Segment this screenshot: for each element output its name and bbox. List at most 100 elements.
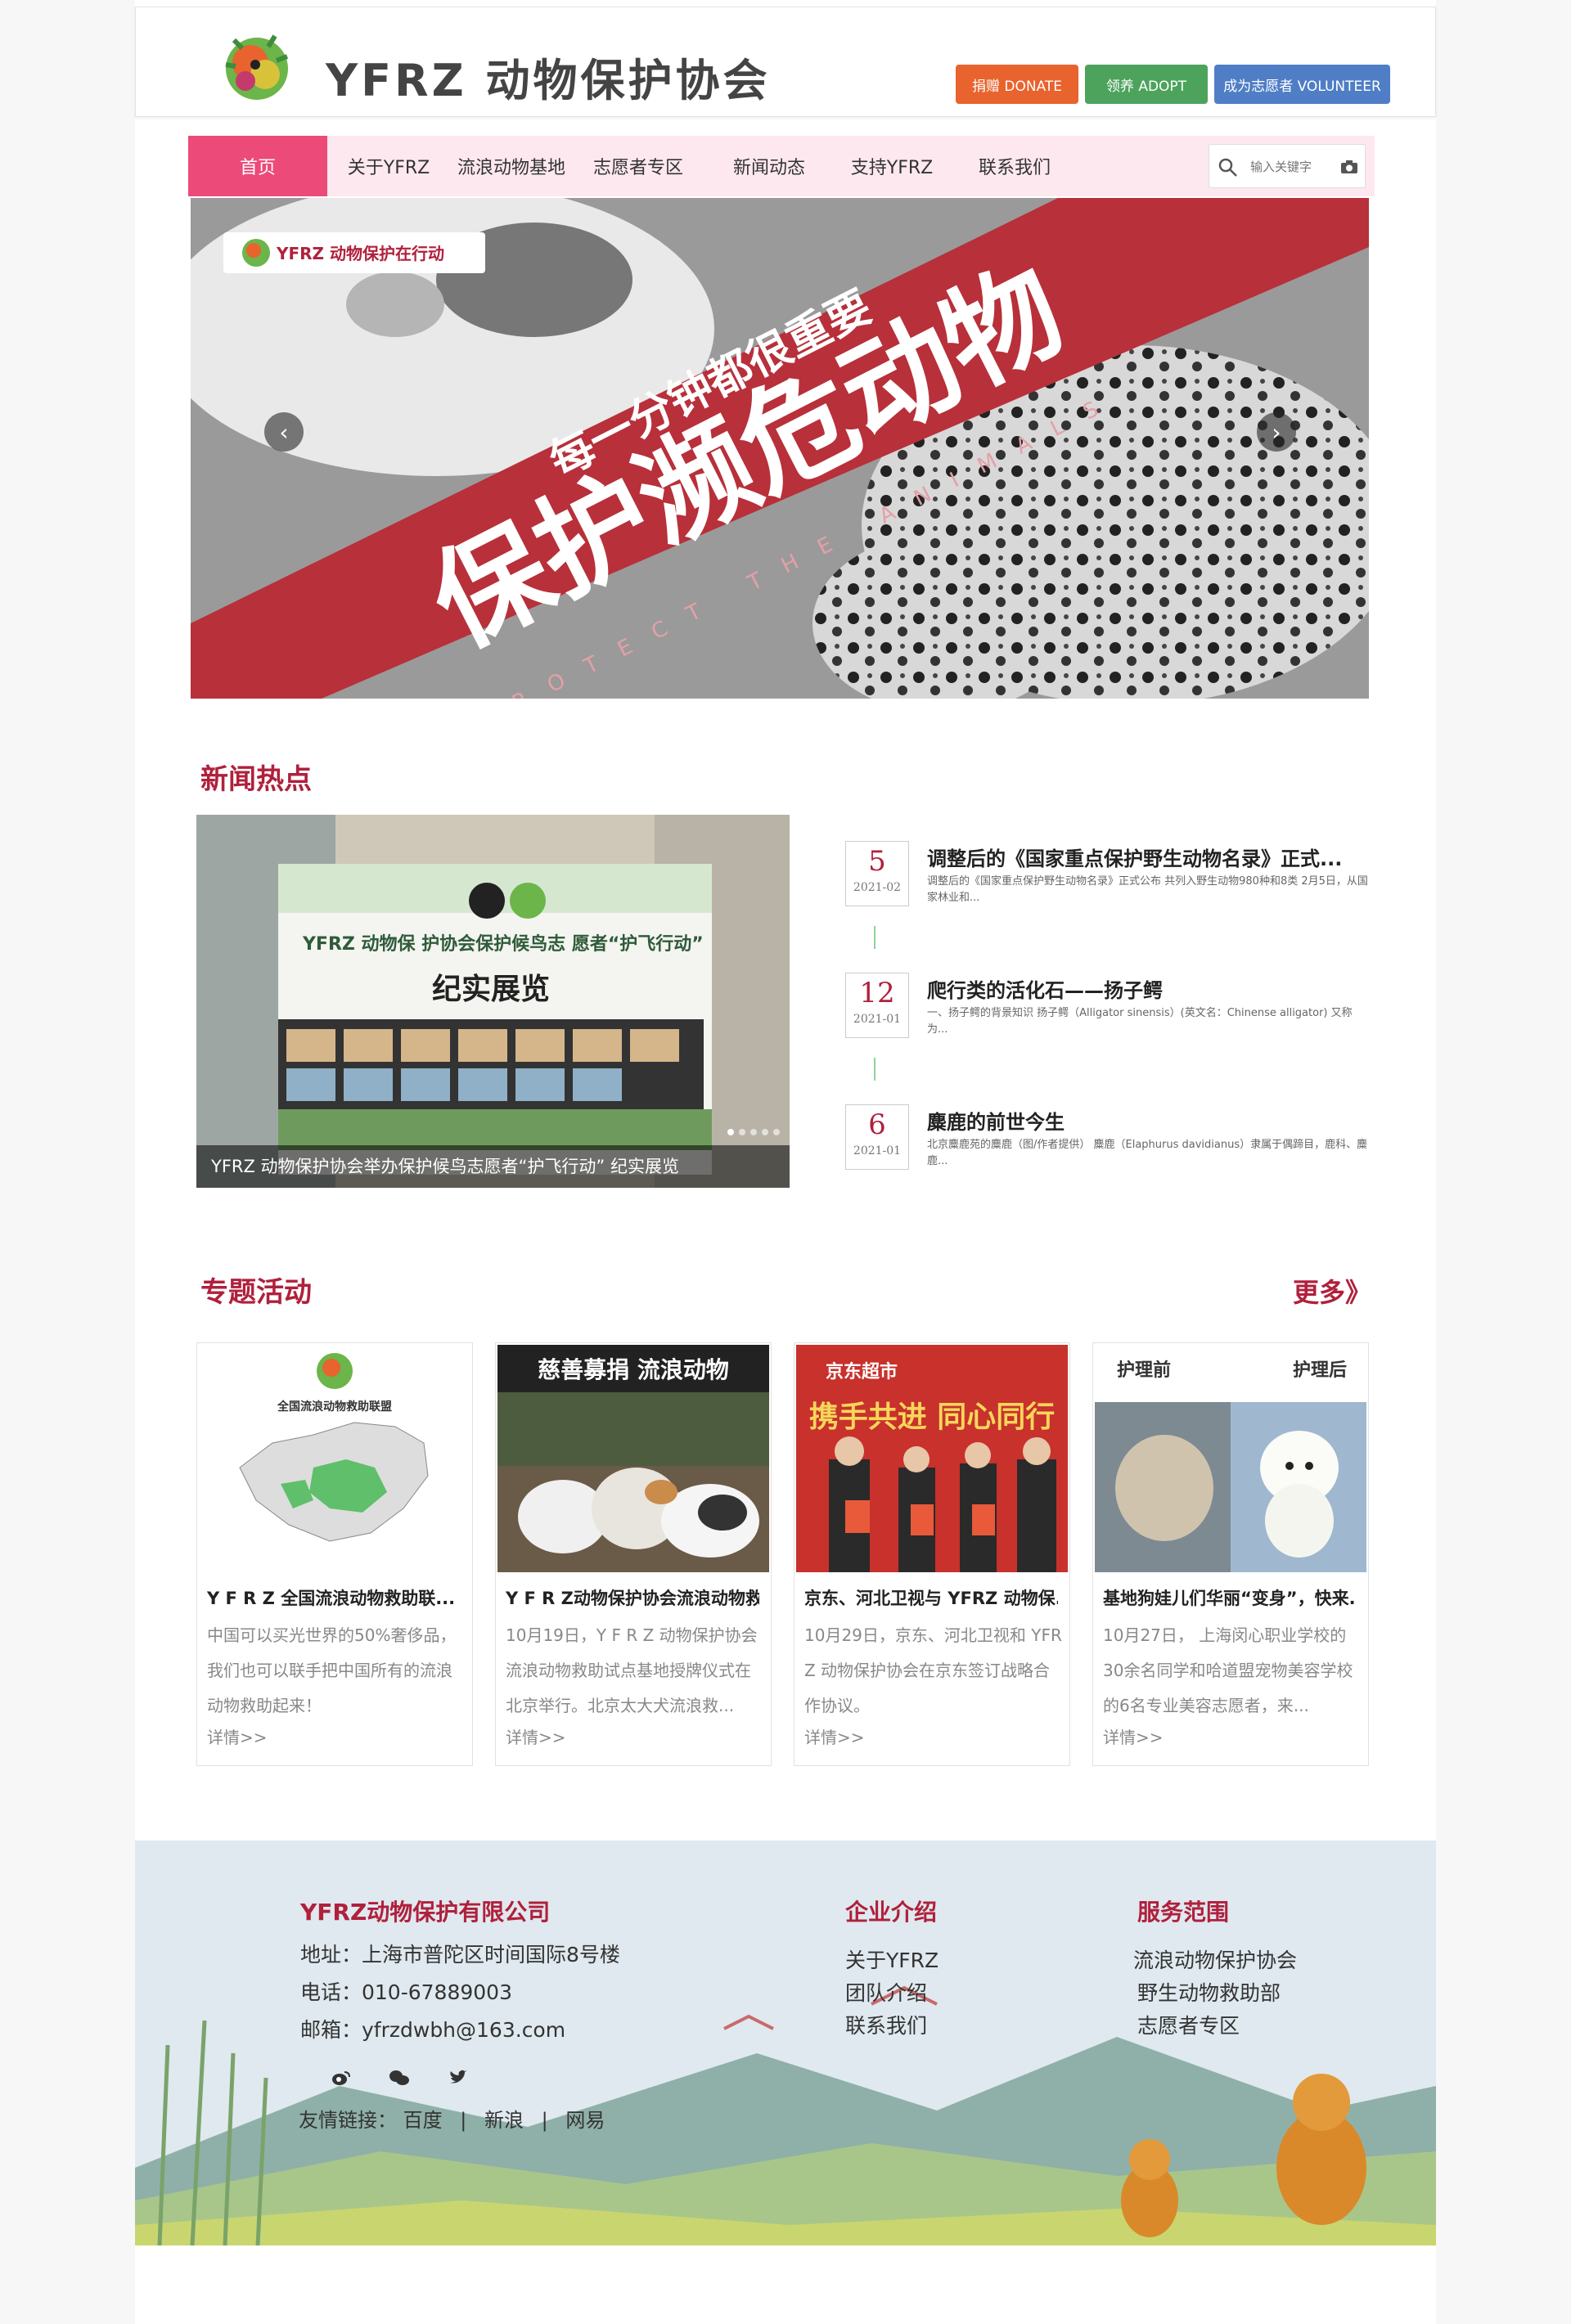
link-separator: |	[541, 2109, 548, 2132]
news-summary: 一、扬子鳄的背景知识 扬子鳄（Alligator sinensis）(英文名：C…	[927, 1007, 1353, 1036]
news-carousel-dots[interactable]	[727, 1129, 780, 1135]
topic-card-image-label-after: 护理后	[1293, 1360, 1347, 1381]
news-date: 12 2021-01	[845, 973, 909, 1038]
friend-link-netease[interactable]: 网易	[565, 2109, 605, 2132]
topic-card-desc: 10月27日， 上海闵心职业学校的30余名同学和哈道盟宠物美容学校的6名专业美容…	[1103, 1625, 1353, 1715]
news-date-month: 2021-01	[853, 1013, 902, 1026]
topic-card-graphic: 全国流浪动物救助联盟	[199, 1345, 470, 1572]
hero-banner-graphic: 每一分钟都很重要 保护濒危动物 PROTECT THE ANIMALS YFRZ…	[191, 198, 1369, 699]
carousel-dot[interactable]	[750, 1129, 757, 1135]
page: YFRZ 动物保护协会 捐赠 DONATE 领养 ADOPT 成为志愿者 VOL…	[135, 0, 1436, 2324]
carousel-dot[interactable]	[762, 1129, 768, 1135]
wechat-icon[interactable]	[389, 2070, 410, 2086]
main-nav: 首页 关于YFRZ 流浪动物基地 志愿者专区 新闻动态 支持YFRZ 联系我们	[188, 136, 1375, 196]
friend-link-sina[interactable]: 新浪	[484, 2109, 524, 2132]
link-separator: |	[460, 2109, 467, 2132]
news-date-day: 5	[868, 845, 886, 878]
carousel-dot[interactable]	[739, 1129, 745, 1135]
topic-card-detail-link[interactable]: 详情>>	[1103, 1724, 1164, 1748]
news-connector	[874, 926, 876, 949]
topic-card-title[interactable]: Y F R Z 全国流浪动物救助联...	[207, 1585, 461, 1610]
topic-card-title[interactable]: 京东、河北卫视与 YFRZ 动物保...	[804, 1585, 1058, 1610]
topic-card-graphic: 慈善募捐 流浪动物	[497, 1345, 769, 1572]
news-title[interactable]: 麋鹿的前世今生	[927, 1106, 1065, 1135]
topic-card-detail-link[interactable]: 详情>>	[506, 1724, 566, 1748]
news-title[interactable]: 调整后的《国家重点保护野生动物名录》正式...	[927, 843, 1342, 871]
friend-links: 友情链接： 百度 | 新浪 | 网易	[299, 2104, 605, 2133]
weibo-icon[interactable]	[331, 2070, 351, 2086]
footer-link-team[interactable]: 团队介绍	[845, 1977, 927, 2007]
footer-link-contact[interactable]: 联系我们	[845, 2010, 927, 2039]
site-header: YFRZ 动物保护协会 捐赠 DONATE 领养 ADOPT 成为志愿者 VOL…	[135, 7, 1436, 117]
news-list-item[interactable]: 6 2021-01 麋鹿的前世今生 北京麋鹿苑的麋鹿（图/作者提供） 麋鹿（Ela…	[845, 1104, 1367, 1194]
topics-more-link[interactable]: 更多》	[1293, 1272, 1371, 1310]
topic-card-desc: 中国可以买光世界的50%奢侈品，我们也可以联手把中国所有的流浪动物救助起来！	[207, 1625, 457, 1715]
footer-link-about[interactable]: 关于YFRZ	[845, 1944, 939, 1974]
footer-link-wildlife-rescue[interactable]: 野生动物救助部	[1137, 1977, 1281, 2007]
topic-card[interactable]: 护理前 护理后 基地狗娃儿们华丽“变身”，快来... 10月27日， 上海闵心职…	[1092, 1342, 1369, 1766]
news-date-month: 2021-02	[853, 881, 902, 894]
news-featured-caption[interactable]: YFRZ 动物保护协会举办保护候鸟志愿者“护飞行动” 纪实展览	[196, 1145, 790, 1188]
search-input[interactable]	[1250, 155, 1332, 179]
topic-card-image-label: 京东超市	[826, 1361, 898, 1382]
topic-card-detail-link[interactable]: 详情>>	[804, 1724, 865, 1748]
nav-item-support[interactable]: 支持YFRZ	[835, 136, 949, 196]
search-icon[interactable]	[1218, 157, 1239, 178]
topic-card[interactable]: 全国流浪动物救助联盟 Y F R Z 全国流浪动物救助联... 中国可以买光世界…	[196, 1342, 473, 1766]
footer-email[interactable]: 邮箱：yfrzdwbh@163.com	[300, 2014, 565, 2043]
nav-item-stray-base[interactable]: 流浪动物基地	[450, 136, 573, 196]
news-featured-photo: YFRZ 动物保 护协会保护候鸟志 愿者“护飞行动” 纪实展览	[196, 815, 790, 1188]
footer-link-volunteer[interactable]: 志愿者专区	[1137, 2010, 1240, 2039]
news-date-day: 12	[859, 977, 895, 1009]
footer-address: 地址：上海市普陀区时间国际8号楼	[300, 1943, 620, 1967]
nav-item-home[interactable]: 首页	[188, 136, 327, 196]
news-connector	[874, 1058, 876, 1081]
twitter-icon[interactable]	[448, 2070, 468, 2086]
topic-card-image-label: 全国流浪动物救助联盟	[277, 1400, 392, 1414]
topic-card[interactable]: 京东超市 携手共进 同心同行 京东、河北卫视与 YFRZ 动物保... 10月2…	[794, 1342, 1070, 1766]
news-date: 6 2021-01	[845, 1104, 909, 1170]
footer-company-name: YFRZ动物保护有限公司	[300, 1899, 551, 1926]
banner-next-button[interactable]: ›	[1257, 412, 1296, 452]
topic-card-title[interactable]: 基地狗娃儿们华丽“变身”，快来...	[1103, 1585, 1357, 1610]
topic-card-image-label: 慈善募捐 流浪动物	[538, 1356, 729, 1383]
carousel-dot[interactable]	[727, 1129, 734, 1135]
camera-icon[interactable]	[1340, 160, 1358, 174]
news-summary: 北京麋鹿苑的麋鹿（图/作者提供） 麋鹿（Elaphurus davidianus…	[927, 1139, 1368, 1167]
topic-card-graphic: 护理前 护理后	[1095, 1345, 1366, 1572]
topic-card-desc: 10月29日，京东、河北卫视和 YFR Z 动物保护协会在京东签订战略合作协议。	[804, 1625, 1062, 1715]
friend-link-baidu[interactable]: 百度	[403, 2109, 443, 2132]
news-title[interactable]: 爬行类的活化石——扬子鳄	[927, 974, 1163, 1003]
volunteer-button[interactable]: 成为志愿者 VOLUNTEER	[1214, 65, 1390, 104]
banner-prev-button[interactable]: ‹	[264, 412, 304, 452]
news-sign-line1: YFRZ 动物保 护协会保护候鸟志 愿者“护飞行动”	[302, 933, 704, 955]
footer-company-intro-title: 企业介绍	[845, 1899, 938, 1926]
nav-item-volunteer[interactable]: 志愿者专区	[573, 136, 704, 196]
topic-card-title[interactable]: Y F R Z动物保护协会流浪动物救...	[506, 1585, 759, 1610]
search-box	[1209, 144, 1366, 188]
topics-section-title: 专题活动	[200, 1276, 312, 1309]
nav-item-contact[interactable]: 联系我们	[949, 136, 1080, 196]
news-list-item[interactable]: 12 2021-01 爬行类的活化石——扬子鳄 一、扬子鳄的背景知识 扬子鳄（Al…	[845, 973, 1353, 1063]
news-featured-image[interactable]: YFRZ 动物保 护协会保护候鸟志 愿者“护飞行动” 纪实展览 YFRZ 动物保…	[196, 815, 790, 1188]
topic-card[interactable]: 慈善募捐 流浪动物 Y F R Z动物保护协会流浪动物救... 10月19日，Y…	[495, 1342, 772, 1766]
nav-item-about[interactable]: 关于YFRZ	[327, 136, 450, 196]
topic-card-image: 护理前 护理后	[1095, 1345, 1366, 1572]
carousel-dot[interactable]	[773, 1129, 780, 1135]
news-date-month: 2021-01	[853, 1144, 902, 1158]
donate-button[interactable]: 捐赠 DONATE	[956, 65, 1078, 104]
topic-card-image: 全国流浪动物救助联盟	[199, 1345, 470, 1572]
adopt-button[interactable]: 领养 ADOPT	[1085, 65, 1208, 104]
topic-card-detail-link[interactable]: 详情>>	[207, 1724, 268, 1748]
nav-item-news[interactable]: 新闻动态	[704, 136, 835, 196]
brand-name: YFRZ 动物保护协会	[326, 55, 771, 106]
footer-phone: 电话：010-67889003	[300, 1980, 512, 2004]
topic-card-image-slogan: 携手共进 同心同行	[809, 1400, 1056, 1434]
footer-link-stray-protection[interactable]: 流浪动物保护协会	[1133, 1944, 1297, 1974]
news-sign-line2: 纪实展览	[432, 973, 550, 1006]
banner-badge: YFRZ 动物保护在行动	[276, 244, 444, 263]
news-date-day: 6	[868, 1108, 886, 1141]
friend-links-label: 友情链接：	[299, 2109, 397, 2132]
logo-icon[interactable]	[218, 24, 295, 110]
news-list-item[interactable]: 5 2021-02 调整后的《国家重点保护野生动物名录》正式... 调整后的《国家…	[845, 841, 1368, 931]
